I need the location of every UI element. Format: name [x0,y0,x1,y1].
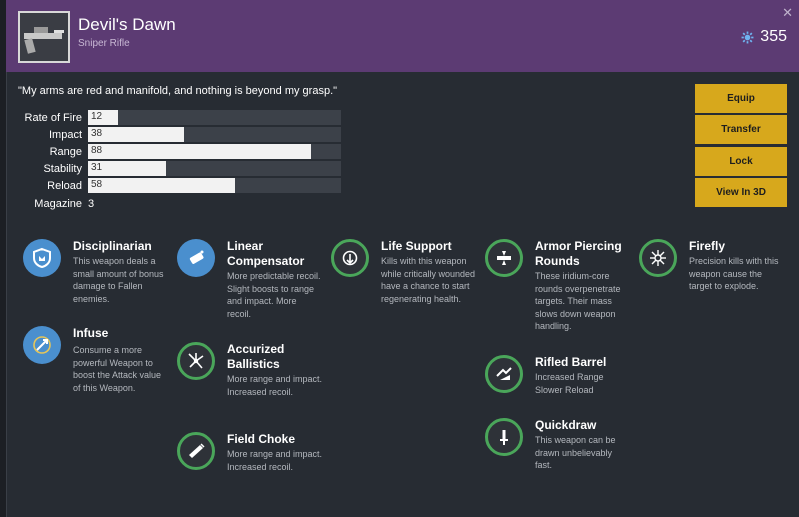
rifled-barrel-icon [485,355,523,393]
infuse-icon [23,326,61,364]
stat-bar: 31 [88,161,341,176]
perk-desc: More predictable recoil. Slight boosts t… [227,271,321,319]
perk-name: Accurized Ballistics [227,342,285,371]
armor-piercing-icon [485,239,523,277]
magazine-label: Magazine [34,197,82,210]
equip-button[interactable]: Equip [695,84,787,113]
shield-icon [23,239,61,277]
perk-desc: More range and impact. Increased recoil. [227,374,323,397]
stat-row: Reload 58 [14,178,341,193]
light-icon [741,31,754,44]
stat-bar: 38 [88,127,341,142]
stat-bar: 88 [88,144,341,159]
perk-desc: This weapon deals a small amount of bonu… [73,256,164,304]
stat-label: Impact [48,128,82,141]
stat-bar-fill [88,178,235,193]
stat-value: 38 [91,128,103,139]
stat-label: Range [49,145,82,158]
stat-row: Rate of Fire 12 [14,110,341,125]
stat-label: Reload [47,179,82,192]
perk-desc: Precision kills with this weapon cause t… [689,256,779,291]
perk-name: Disciplinarian [73,239,152,253]
firefly-icon [639,239,677,277]
stat-row: Impact 38 [14,127,341,142]
lock-button[interactable]: Lock [695,147,787,176]
perk-name: Quickdraw [535,418,597,432]
perk-name: Linear Compensator [227,239,305,268]
perk-name: Field Choke [227,432,296,446]
light-value: 355 [760,28,787,45]
stat-value: 58 [91,179,103,190]
perk-desc: Kills with this weapon while critically … [381,256,476,304]
ballistics-icon [177,342,215,380]
perk-name: Armor Piercing Rounds [535,239,622,268]
perk-name: Firefly [689,239,726,253]
perk-name: Rifled Barrel [535,355,607,369]
perk-desc: These iridium-core rounds overpenetrate … [535,271,621,331]
stat-row: Range 88 [14,144,341,159]
stat-bar: 12 [88,110,341,125]
life-support-icon [331,239,369,277]
transfer-button[interactable]: Transfer [695,115,787,144]
quickdraw-icon [485,418,523,456]
light-level: 355 [741,28,787,46]
item-header: Devil's Dawn Sniper Rifle 355 ✕ [6,0,799,72]
stat-label: Rate of Fire [24,111,82,124]
barrel-icon [177,239,215,277]
item-flavor-quote: "My arms are red and manifold, and nothi… [18,85,338,97]
perk-desc: More range and impact. Increased recoil. [227,449,323,472]
perk-desc: Consume a more powerful Weapon to boost … [73,345,162,393]
perk-desc: Increased Range Slower Reload [535,372,604,395]
perk-desc: This weapon can be drawn unbelievably fa… [535,435,616,470]
stat-bar: 58 [88,178,341,193]
weapon-thumbnail [18,11,70,63]
stat-value: 31 [91,162,103,173]
view-in-3d-button[interactable]: View In 3D [695,178,787,207]
stat-bar-fill [88,127,185,142]
item-name: Devil's Dawn [78,15,176,34]
magazine-value: 3 [88,197,95,210]
magazine-row: Magazine 3 [14,196,94,211]
stat-label: Stability [43,162,82,175]
perk-name: Infuse [73,326,109,340]
stat-value: 12 [91,111,103,122]
perk-name: Life Support [381,239,452,253]
close-icon[interactable]: ✕ [782,6,793,19]
stat-value: 88 [91,145,103,156]
item-type: Sniper Rifle [78,38,130,49]
choke-icon [177,432,215,470]
stat-bar-fill [88,144,311,159]
stat-row: Stability 31 [14,161,341,176]
